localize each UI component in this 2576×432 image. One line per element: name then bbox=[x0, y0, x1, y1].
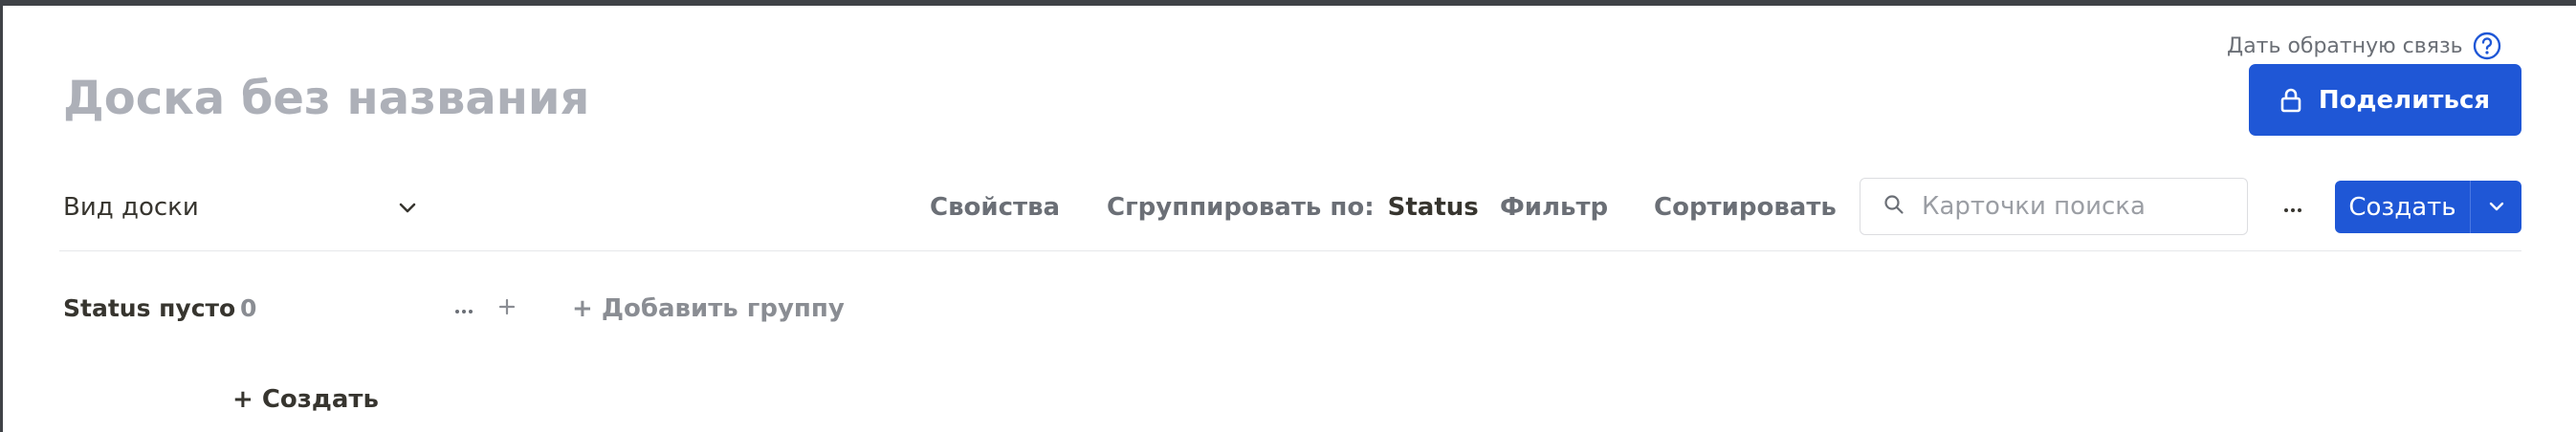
create-button[interactable]: Создать bbox=[2335, 181, 2471, 233]
more-horizontal-icon bbox=[454, 300, 473, 318]
group-by-label: Сгруппировать по: bbox=[1107, 193, 1375, 222]
help-icon[interactable] bbox=[2473, 32, 2501, 60]
chevron-down-icon bbox=[2488, 198, 2505, 216]
lock-icon bbox=[2280, 88, 2301, 113]
toolbar-more-button[interactable] bbox=[2277, 191, 2309, 224]
plus-icon bbox=[497, 297, 517, 320]
group-more-button[interactable] bbox=[450, 292, 478, 325]
create-dropdown-button[interactable] bbox=[2471, 181, 2521, 233]
toolbar-divider bbox=[59, 250, 2521, 251]
window-top-border bbox=[0, 0, 2576, 6]
group-by-value: Status bbox=[1387, 193, 1479, 222]
group-header-name: Status пусто bbox=[63, 294, 236, 322]
share-button[interactable]: Поделиться bbox=[2249, 64, 2521, 136]
sort-button[interactable]: Сортировать bbox=[1654, 188, 1837, 227]
share-button-label: Поделиться bbox=[2318, 85, 2491, 115]
search-icon bbox=[1883, 194, 1904, 219]
search-box[interactable] bbox=[1860, 178, 2248, 235]
properties-button[interactable]: Свойства bbox=[930, 188, 1060, 227]
window-left-border bbox=[0, 6, 3, 432]
feedback-link[interactable]: Дать обратную связь bbox=[2227, 32, 2463, 61]
create-button-group: Создать bbox=[2335, 181, 2521, 233]
filter-button[interactable]: Фильтр bbox=[1500, 188, 1608, 227]
more-horizontal-icon bbox=[2283, 199, 2302, 217]
view-select-label: Вид доски bbox=[63, 193, 199, 222]
view-select[interactable]: Вид доски bbox=[63, 188, 417, 227]
group-by-button[interactable]: Сгруппировать по: Status bbox=[1107, 188, 1479, 227]
add-card-button[interactable]: + Создать bbox=[232, 382, 379, 417]
board-title[interactable]: Доска без названия bbox=[63, 65, 589, 132]
group-card-count: 0 bbox=[240, 294, 257, 322]
search-input[interactable] bbox=[1920, 191, 2230, 222]
add-group-button[interactable]: + Добавить группу bbox=[572, 292, 845, 326]
group-add-card-button[interactable] bbox=[493, 292, 521, 325]
chevron-down-icon bbox=[398, 193, 417, 222]
